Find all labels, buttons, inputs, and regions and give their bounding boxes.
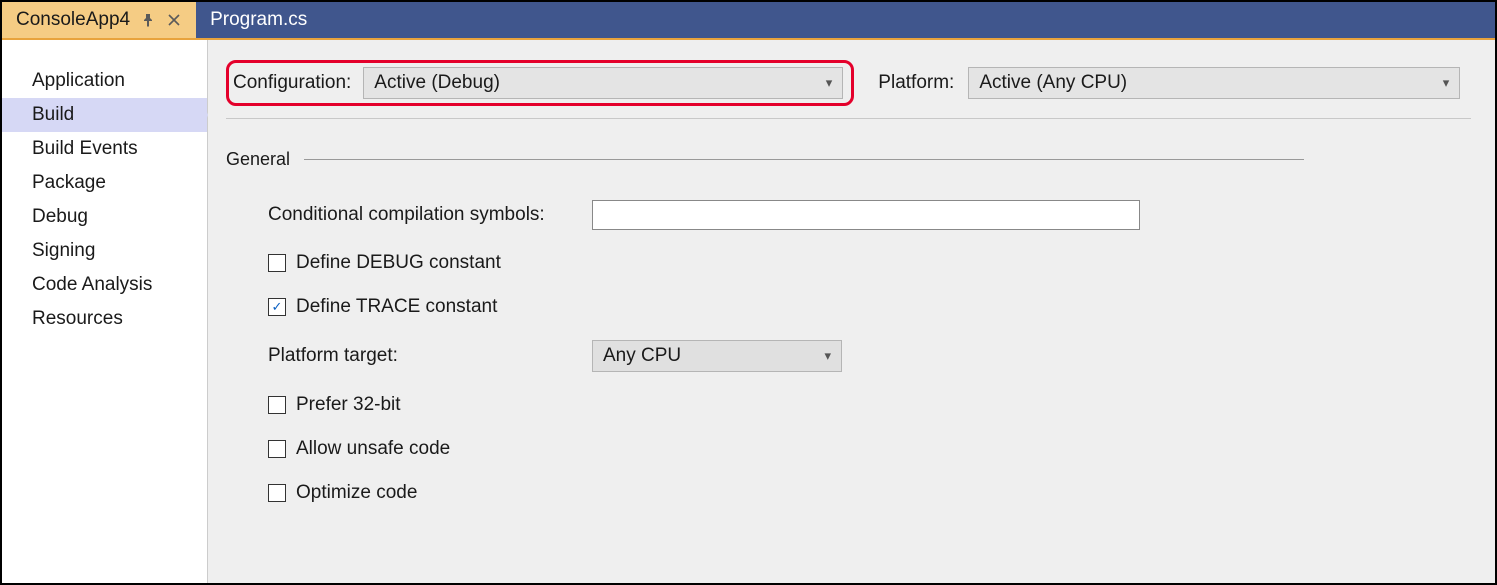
tab-label: ConsoleApp4 [16,9,130,31]
chevron-down-icon: ▾ [1443,75,1450,91]
configuration-dropdown[interactable]: Active (Debug) ▾ [363,67,843,99]
sidebar-item-debug[interactable]: Debug [2,200,207,234]
platform-value: Active (Any CPU) [979,72,1127,94]
sidebar-item-application[interactable]: Application [2,64,207,98]
pin-icon[interactable] [140,12,156,28]
close-icon[interactable] [166,12,182,28]
platform-dropdown[interactable]: Active (Any CPU) ▾ [968,67,1460,99]
divider [226,118,1471,119]
define-trace-checkbox[interactable]: ✓ Define TRACE constant [268,296,1471,318]
sidebar: Application Build Build Events Package D… [2,40,208,583]
sidebar-item-build-events[interactable]: Build Events [2,132,207,166]
platform-target-value: Any CPU [603,345,681,367]
allow-unsafe-checkbox[interactable]: Allow unsafe code [268,438,1471,460]
define-debug-checkbox[interactable]: Define DEBUG constant [268,252,1471,274]
tab-consoleapp4[interactable]: ConsoleApp4 [2,2,196,38]
allow-unsafe-label: Allow unsafe code [296,438,450,460]
sidebar-item-code-analysis[interactable]: Code Analysis [2,268,207,302]
configuration-value: Active (Debug) [374,72,500,94]
main-panel: Configuration: Active (Debug) ▾ Platform… [208,40,1495,583]
sidebar-item-package[interactable]: Package [2,166,207,200]
checkbox-icon [268,396,286,414]
chevron-down-icon: ▾ [826,75,833,91]
checkbox-icon [268,484,286,502]
sidebar-item-build[interactable]: Build [2,98,207,132]
configuration-label: Configuration: [233,72,355,94]
tab-bar: ConsoleApp4 Program.cs [2,2,1495,40]
checkbox-icon [268,254,286,272]
platform-target-label: Platform target: [268,345,578,367]
configuration-highlight: Configuration: Active (Debug) ▾ [226,60,854,106]
section-title: General [226,149,290,170]
define-trace-label: Define TRACE constant [296,296,497,318]
symbols-label: Conditional compilation symbols: [268,204,578,226]
sidebar-item-signing[interactable]: Signing [2,234,207,268]
tab-program-cs[interactable]: Program.cs [196,2,321,38]
tab-label: Program.cs [210,9,307,31]
prefer-32bit-checkbox[interactable]: Prefer 32-bit [268,394,1471,416]
section-header-general: General [226,149,1471,170]
optimize-code-checkbox[interactable]: Optimize code [268,482,1471,504]
platform-label: Platform: [878,72,958,94]
checkbox-icon [268,440,286,458]
sidebar-item-resources[interactable]: Resources [2,302,207,336]
checkbox-icon: ✓ [268,298,286,316]
symbols-input[interactable] [592,200,1140,230]
prefer-32bit-label: Prefer 32-bit [296,394,401,416]
define-debug-label: Define DEBUG constant [296,252,501,274]
platform-target-dropdown[interactable]: Any CPU ▾ [592,340,842,372]
chevron-down-icon: ▾ [824,348,831,364]
section-line [304,159,1304,160]
optimize-code-label: Optimize code [296,482,417,504]
